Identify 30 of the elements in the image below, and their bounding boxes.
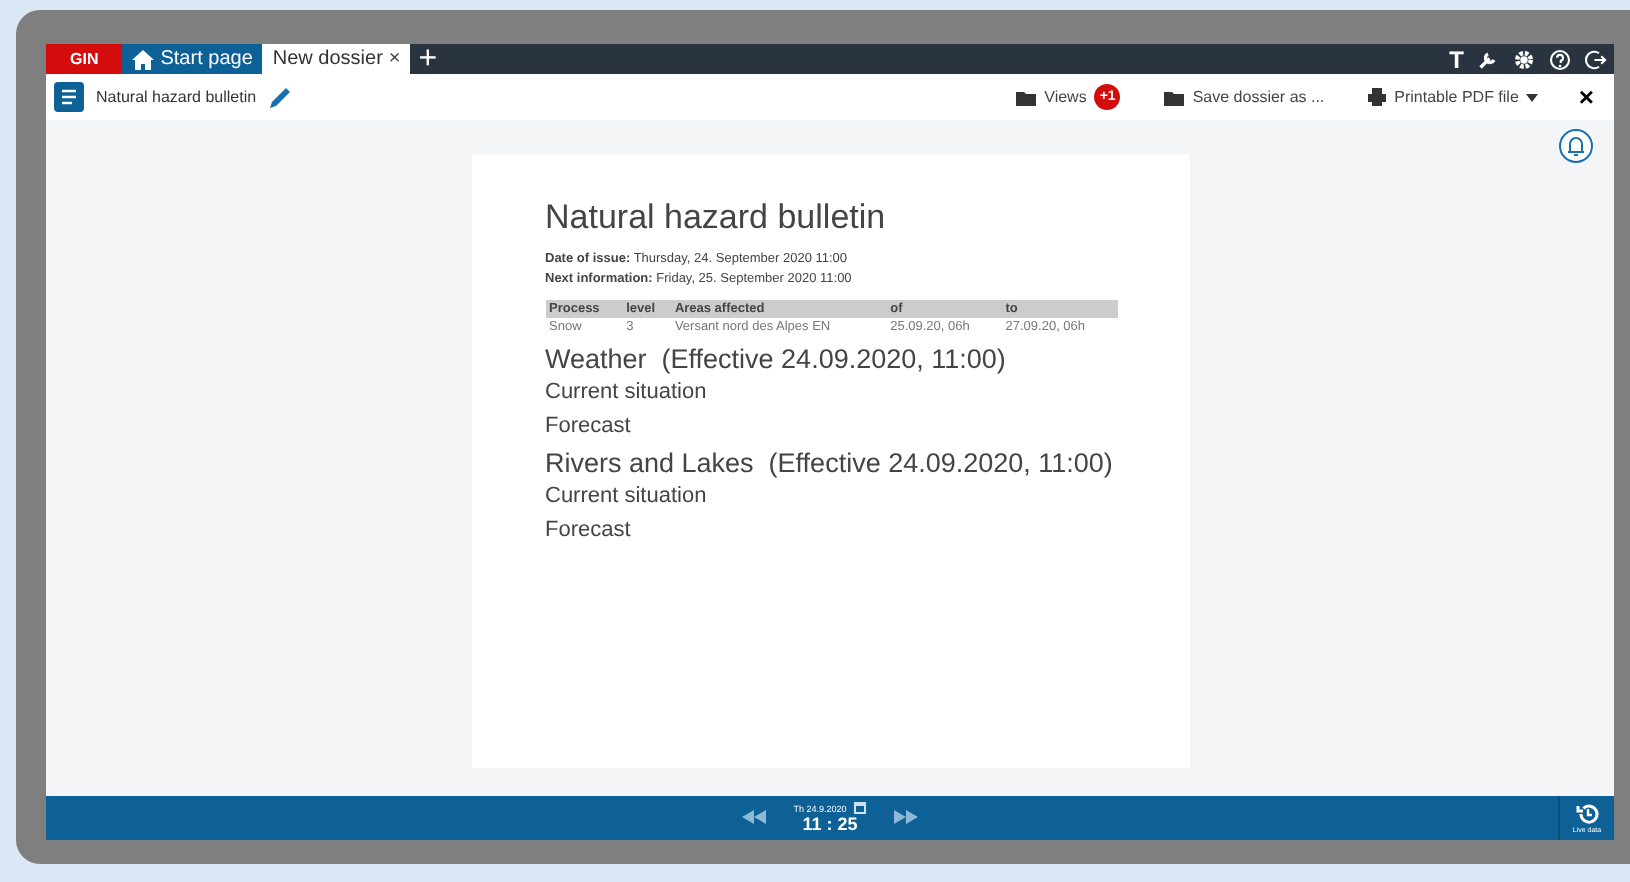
subsection-title: Forecast bbox=[545, 518, 633, 542]
subsection-title: Current situation bbox=[545, 380, 709, 404]
bell-icon[interactable] bbox=[1558, 128, 1594, 164]
close-tab-icon[interactable]: × bbox=[388, 48, 401, 70]
bulletin-title: Natural hazard bulletin bbox=[545, 198, 888, 238]
home-icon bbox=[132, 49, 155, 69]
subsection-title: Current situation bbox=[545, 484, 709, 508]
logo-tab[interactable]: GIN bbox=[46, 44, 123, 74]
folder-icon bbox=[1016, 89, 1037, 105]
section-heading: Rivers and Lakes (Effective 24.09.2020, 11:00) bbox=[545, 448, 1115, 478]
save-dossier-button[interactable]: Save dossier as ... bbox=[1164, 88, 1325, 106]
subsection-title: Forecast bbox=[545, 414, 633, 438]
dossier-title: Natural hazard bulletin bbox=[96, 88, 257, 106]
close-button[interactable]: × bbox=[1578, 82, 1594, 112]
section-heading: Weather (Effective 24.09.2020, 11:00) bbox=[545, 344, 1008, 374]
printer-icon bbox=[1368, 88, 1387, 106]
rewind-button[interactable] bbox=[741, 807, 766, 829]
history-icon bbox=[1575, 802, 1599, 826]
time-label: 11 : 25 bbox=[802, 814, 858, 834]
caret-icon bbox=[1526, 93, 1539, 101]
pencil-icon[interactable] bbox=[268, 85, 293, 109]
tab[interactable]: Start page bbox=[122, 44, 263, 74]
fast-forward-button[interactable] bbox=[894, 807, 919, 829]
text-tool-button[interactable]: T bbox=[1443, 44, 1470, 74]
document-icon bbox=[54, 82, 84, 112]
calendar-icon[interactable] bbox=[854, 802, 867, 814]
add-tab-button[interactable]: + bbox=[410, 44, 446, 74]
printable-pdf-dropdown[interactable]: Printable PDF file bbox=[1368, 88, 1539, 106]
tab[interactable]: New dossier × bbox=[262, 44, 411, 74]
folder-icon bbox=[1164, 89, 1185, 105]
